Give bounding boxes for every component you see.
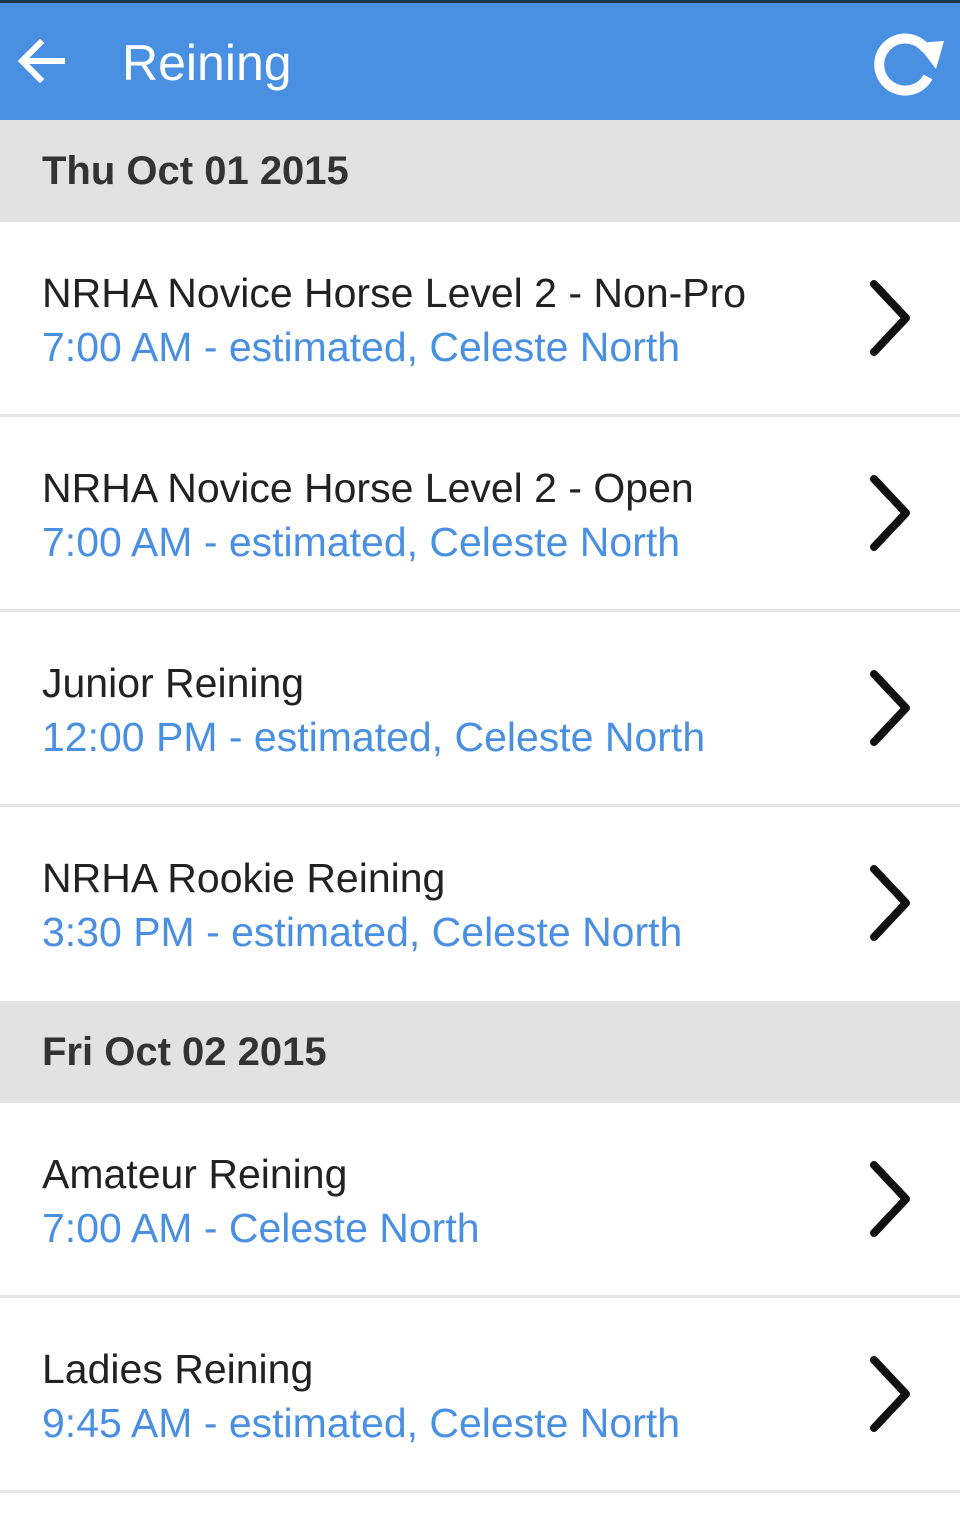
event-time-location: 3:30 PM - estimated, Celeste North — [42, 909, 683, 955]
list-item[interactable]: NRHA Novice Horse Level 2 - Open 7:00 AM… — [0, 417, 960, 612]
section-header-date: Thu Oct 01 2015 — [0, 120, 960, 222]
app-bar: Reining — [0, 0, 960, 120]
list-item[interactable]: NRHA Rookie Reining 3:30 PM - estimated,… — [0, 807, 960, 1001]
event-title: Ladies Reining — [42, 1346, 314, 1392]
chevron-right-icon — [870, 1356, 910, 1432]
page-title: Reining — [122, 35, 292, 91]
arrow-left-icon — [18, 39, 65, 83]
list-item[interactable]: Amateur Reining 7:00 AM - Celeste North — [0, 1103, 960, 1298]
event-time-location: 7:00 AM - estimated, Celeste North — [42, 324, 681, 370]
event-title: NRHA Novice Horse Level 2 - Open — [42, 465, 694, 511]
chevron-right-icon — [870, 475, 910, 551]
chevron-right-icon — [870, 865, 910, 941]
event-time-location: 9:45 AM - estimated, Celeste North — [42, 1400, 681, 1446]
event-list: Thu Oct 01 2015 NRHA Novice Horse Level … — [0, 120, 960, 1493]
list-item[interactable]: NRHA Novice Horse Level 2 - Non-Pro 7:00… — [0, 222, 960, 417]
event-time-location: 7:00 AM - Celeste North — [42, 1205, 480, 1251]
section-header-date: Fri Oct 02 2015 — [0, 1001, 960, 1103]
event-title: Junior Reining — [42, 660, 305, 706]
chevron-right-icon — [870, 670, 910, 746]
event-title: NRHA Novice Horse Level 2 - Non-Pro — [42, 270, 747, 316]
chevron-right-icon — [870, 1161, 910, 1237]
list-item[interactable]: Ladies Reining 9:45 AM - estimated, Cele… — [0, 1298, 960, 1493]
refresh-icon — [874, 33, 944, 96]
back-button[interactable] — [14, 31, 70, 91]
section-date-label: Thu Oct 01 2015 — [42, 148, 349, 193]
list-item[interactable]: Junior Reining 12:00 PM - estimated, Cel… — [0, 612, 960, 807]
event-time-location: 12:00 PM - estimated, Celeste North — [42, 714, 706, 760]
event-time-location: 7:00 AM - estimated, Celeste North — [42, 519, 681, 565]
event-title: Amateur Reining — [42, 1151, 348, 1197]
event-title: NRHA Rookie Reining — [42, 855, 446, 901]
chevron-right-icon — [870, 280, 910, 356]
section-date-label: Fri Oct 02 2015 — [42, 1029, 327, 1074]
refresh-button[interactable] — [864, 23, 948, 103]
